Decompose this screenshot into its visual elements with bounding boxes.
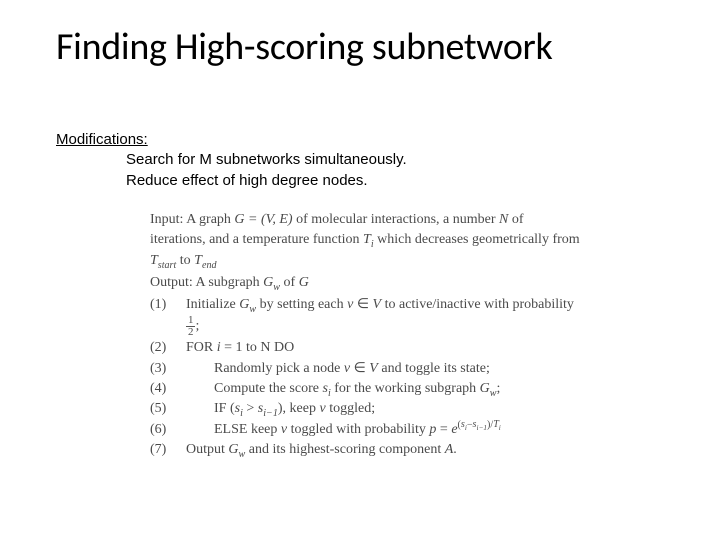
step-number: (5) xyxy=(150,399,186,419)
math-N: N xyxy=(499,212,508,227)
output-label: Output: xyxy=(150,275,193,290)
step-text: Output Gw and its highest-scoring compon… xyxy=(186,440,580,460)
text: of xyxy=(280,275,299,290)
input-label: Input: xyxy=(150,212,183,227)
exponent: (si−si−1)/Ti xyxy=(458,419,501,430)
algorithm-step-1: (1) Initialize Gw by setting each v ∈ V … xyxy=(150,295,580,338)
step-number: (6) xyxy=(150,420,186,440)
math-Ti: Ti xyxy=(363,232,374,247)
algorithm-step-4: (4) Compute the score si for the working… xyxy=(150,379,580,399)
slide-title: Finding High-scoring subnetwork xyxy=(56,24,552,70)
step-text: Initialize Gw by setting each v ∈ V to a… xyxy=(186,295,580,338)
step-text: FOR i = 1 to N DO xyxy=(186,338,580,358)
step-number: (7) xyxy=(150,440,186,460)
math-Gw: Gw xyxy=(263,275,280,290)
math-Tstart: Tstart xyxy=(150,253,176,268)
algorithm-step-2: (2) FOR i = 1 to N DO xyxy=(150,338,580,358)
modifications-heading: Modifications: xyxy=(56,130,407,150)
text: of molecular interactions, a number xyxy=(293,212,499,227)
step-number: (4) xyxy=(150,379,186,399)
step-number: (1) xyxy=(150,295,186,338)
algorithm-output: Output: A subgraph Gw of G xyxy=(150,273,580,293)
text: to xyxy=(176,253,194,268)
text: which decreases geometrically from xyxy=(374,232,580,247)
math-graph: G = (V, E) xyxy=(234,212,292,227)
algorithm-step-6: (6) ELSE keep v toggled with probability… xyxy=(150,420,580,440)
math-G: G xyxy=(299,275,309,290)
text: A subgraph xyxy=(193,275,263,290)
text: A graph xyxy=(186,212,234,227)
math-Tend: Tend xyxy=(194,253,216,268)
step-text: Randomly pick a node v ∈ V and toggle it… xyxy=(186,359,580,379)
algorithm-block: Input: A graph G = (V, E) of molecular i… xyxy=(150,210,580,460)
step-number: (2) xyxy=(150,338,186,358)
step-text: Compute the score si for the working sub… xyxy=(186,379,580,399)
algorithm-step-5: (5) IF (si > si−1), keep v toggled; xyxy=(150,399,580,419)
step-text: IF (si > si−1), keep v toggled; xyxy=(186,399,580,419)
step-number: (3) xyxy=(150,359,186,379)
modification-line-1: Search for M subnetworks simultaneously. xyxy=(126,150,407,170)
algorithm-step-3: (3) Randomly pick a node v ∈ V and toggl… xyxy=(150,359,580,379)
modifications-block: Modifications: Search for M subnetworks … xyxy=(56,130,407,191)
algorithm-input: Input: A graph G = (V, E) of molecular i… xyxy=(150,210,580,271)
step-text: ELSE keep v toggled with probability p =… xyxy=(186,420,580,440)
modification-line-2: Reduce effect of high degree nodes. xyxy=(126,171,407,191)
algorithm-step-7: (7) Output Gw and its highest-scoring co… xyxy=(150,440,580,460)
